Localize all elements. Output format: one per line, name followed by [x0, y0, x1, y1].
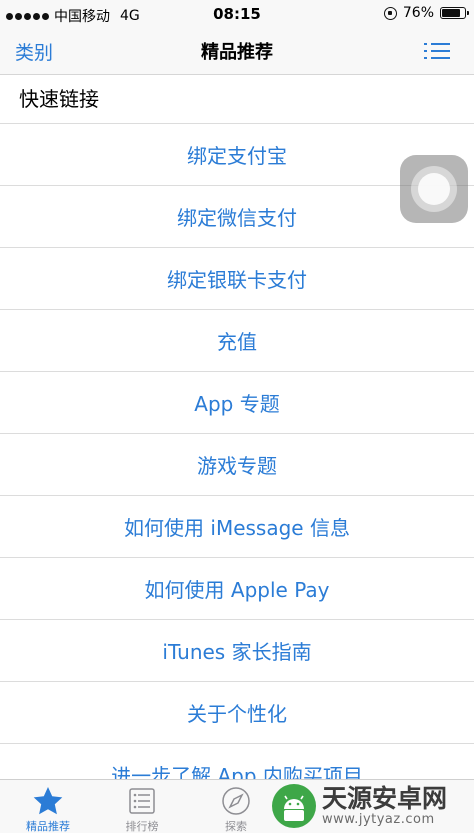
- tab-featured[interactable]: 精品推荐: [8, 784, 88, 834]
- quick-link-row[interactable]: App 专题: [0, 372, 474, 434]
- tab-rankings-label: 排行榜: [125, 820, 159, 833]
- quick-link-row[interactable]: 绑定银联卡支付: [0, 248, 474, 310]
- tab-featured-label: 精品推荐: [26, 820, 70, 833]
- section-title: 快速链接: [19, 87, 99, 111]
- battery-percent: 76%: [402, 5, 434, 21]
- compass-icon: [222, 787, 250, 815]
- quick-link-row[interactable]: 如何使用 Apple Pay: [0, 558, 474, 620]
- navigation-bar: 类别 精品推荐: [0, 28, 474, 75]
- section-header: 快速链接: [0, 75, 474, 124]
- quick-links-list: 绑定支付宝绑定微信支付 绑定银联卡支付 充值 App 专题 游戏专题如何使用 iMess…: [0, 124, 474, 779]
- star-icon: [33, 787, 63, 815]
- tab-explore-label: 探索: [225, 820, 247, 833]
- battery-icon: [440, 7, 469, 19]
- quick-link-label: App 专题: [194, 392, 280, 416]
- ranking-list-icon: [129, 788, 155, 814]
- quick-link-label: 游戏专题: [197, 454, 277, 478]
- assistive-touch-button[interactable]: [400, 155, 468, 223]
- quick-link-label: 绑定微信支付: [177, 206, 297, 230]
- quick-link-label: 如何使用 iMessage 信息: [124, 516, 350, 540]
- status-bar: 中国移动 4G 08:15 76%: [0, 0, 474, 28]
- android-logo-icon: [272, 784, 316, 828]
- site-watermark: 天源安卓网 www.jytyaz.com: [272, 781, 470, 831]
- quick-link-label: 如何使用 Apple Pay: [144, 578, 330, 602]
- quick-link-label: 绑定支付宝: [187, 144, 287, 168]
- quick-link-label: 绑定银联卡支付: [167, 268, 307, 292]
- status-right: 76%: [383, 5, 469, 21]
- quick-link-label: 充值: [217, 330, 257, 354]
- page-title: 精品推荐: [201, 42, 273, 63]
- quick-link-label: iTunes 家长指南: [162, 640, 312, 664]
- quick-link-row[interactable]: 游戏专题: [0, 434, 474, 496]
- watermark-name: 天源安卓网: [322, 784, 448, 813]
- quick-link-label: 进一步了解 App 内购买项目: [111, 764, 363, 779]
- list-icon[interactable]: [424, 42, 450, 60]
- quick-link-label: 关于个性化: [187, 702, 287, 726]
- quick-link-row[interactable]: iTunes 家长指南: [0, 620, 474, 682]
- tab-explore[interactable]: 探索: [196, 784, 276, 834]
- quick-link-row[interactable]: 充值: [0, 310, 474, 372]
- tab-rankings[interactable]: 排行榜: [102, 784, 182, 834]
- quick-link-row[interactable]: 如何使用 iMessage 信息: [0, 496, 474, 558]
- quick-link-row[interactable]: 进一步了解 App 内购买项目: [0, 744, 474, 779]
- watermark-url: www.jytyaz.com: [322, 812, 435, 827]
- orientation-lock-icon: [383, 6, 397, 20]
- quick-link-row[interactable]: 关于个性化: [0, 682, 474, 744]
